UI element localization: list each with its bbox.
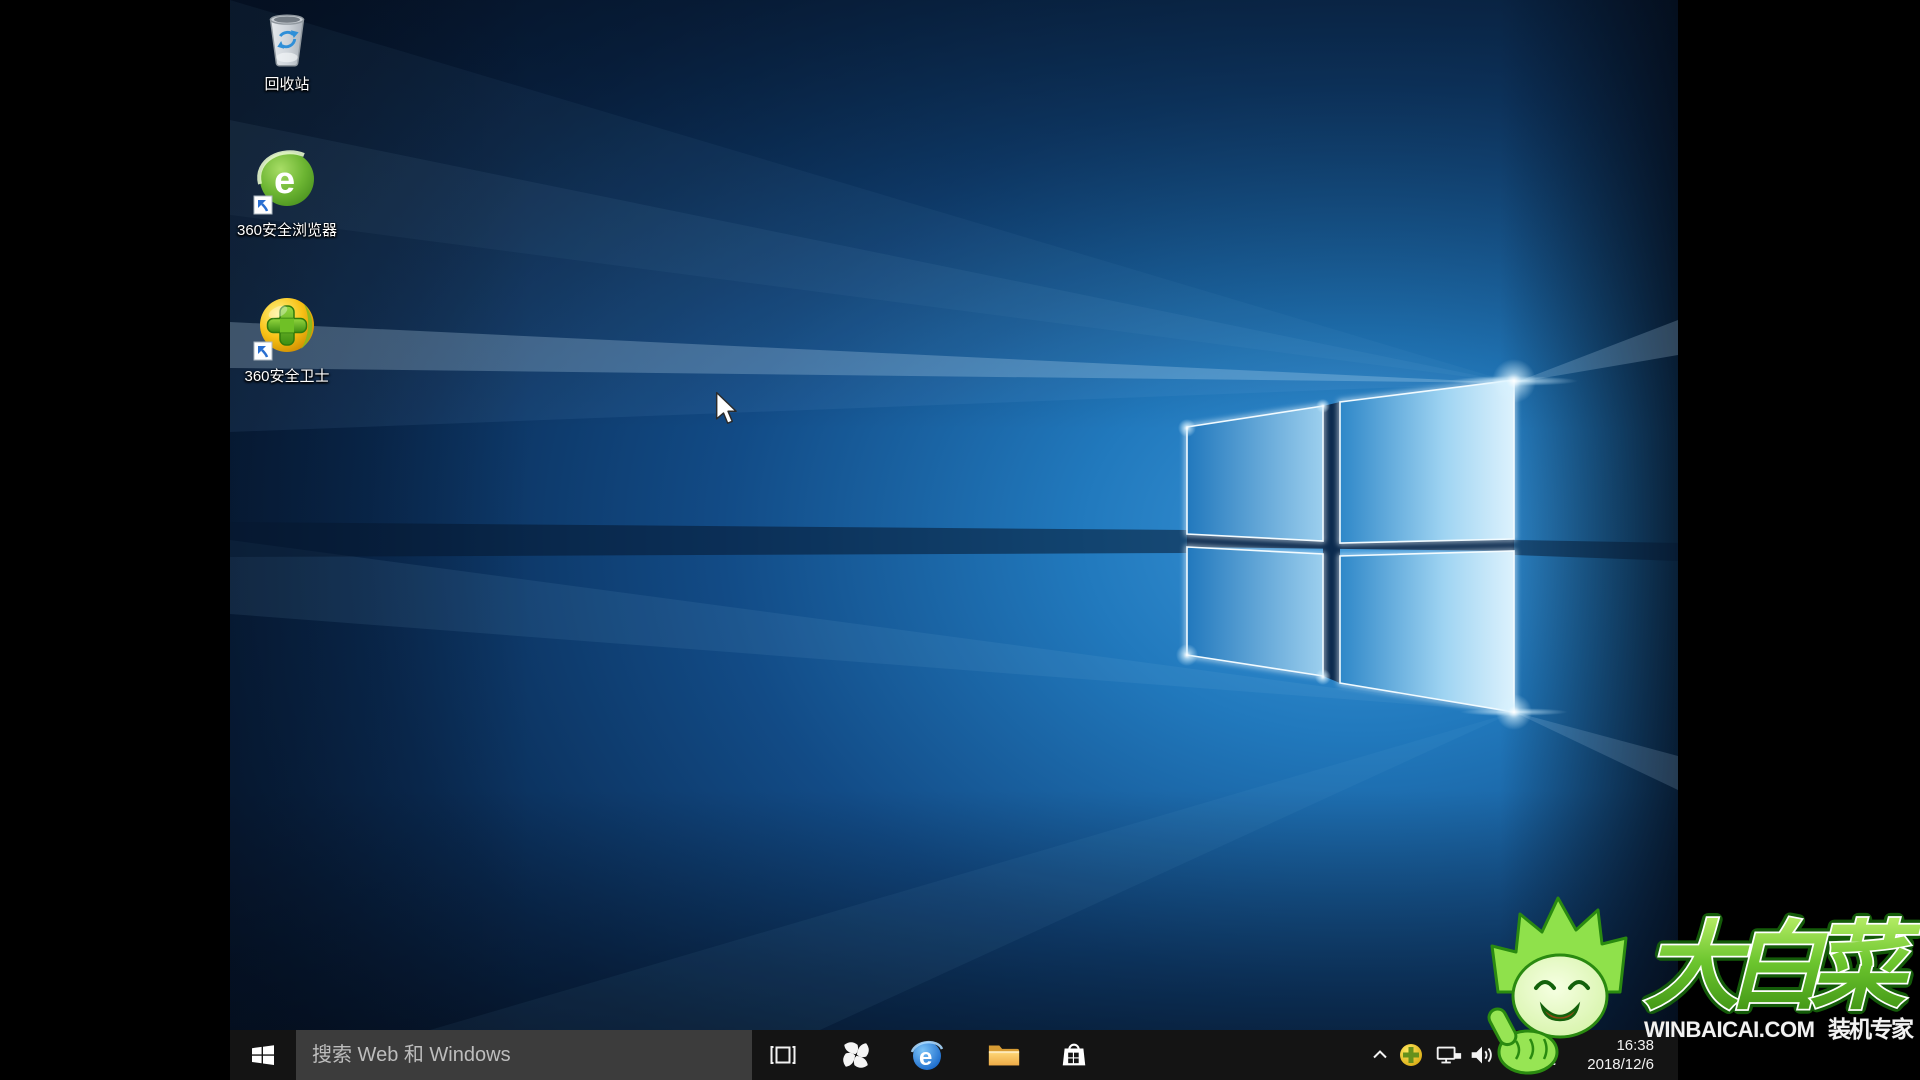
- mouse-cursor: [714, 391, 738, 425]
- start-button[interactable]: [230, 1030, 296, 1080]
- tray-network-button[interactable]: [1433, 1030, 1463, 1080]
- task-view-icon: [768, 1040, 798, 1070]
- ime-language-label: 英: [1537, 1042, 1556, 1069]
- internet-explorer-button[interactable]: e: [896, 1030, 958, 1080]
- search-input[interactable]: [296, 1030, 752, 1080]
- tray-360-safety-icon-button[interactable]: [1396, 1030, 1426, 1080]
- pinwheel-app-button[interactable]: [825, 1030, 887, 1080]
- taskbar: e: [230, 1030, 1678, 1080]
- desktop-icon-360-safety-guard[interactable]: 360安全卫士: [234, 292, 340, 386]
- chevron-up-icon: [1368, 1043, 1392, 1067]
- letterbox-right: [1678, 0, 1920, 1080]
- desktop-icon-360-browser[interactable]: e 360安全浏览器: [234, 146, 340, 240]
- desktop-icon-label: 360安全卫士: [234, 367, 340, 386]
- store-icon: [1059, 1039, 1089, 1071]
- desktop-icon-recycle-bin[interactable]: 回收站: [234, 6, 340, 94]
- file-explorer-icon: [987, 1040, 1021, 1070]
- desktop: 回收站 e 360安全浏览器: [230, 0, 1678, 1080]
- desktop-icon-label: 360安全浏览器: [234, 221, 340, 240]
- clock-time: 16:38: [1616, 1036, 1654, 1055]
- taskbar-search-box[interactable]: [296, 1030, 752, 1080]
- speaker-icon: [1467, 1041, 1497, 1069]
- shortcut-arrow-badge: [254, 342, 272, 360]
- tray-ime-indicator[interactable]: 英: [1532, 1030, 1562, 1080]
- windows-hero-wallpaper: [230, 0, 1678, 1030]
- shortcut-arrow-badge: [254, 196, 272, 214]
- svg-text:e: e: [919, 1044, 932, 1071]
- file-explorer-button[interactable]: [973, 1030, 1035, 1080]
- recycle-bin-icon: [256, 6, 318, 72]
- 360-browser-icon: e: [252, 146, 322, 218]
- touch-keyboard-icon: [1502, 1041, 1532, 1069]
- letterbox-left: [0, 0, 230, 1080]
- tray-volume-button[interactable]: [1467, 1030, 1497, 1080]
- pinwheel-icon: [840, 1039, 872, 1071]
- network-icon: [1433, 1041, 1463, 1069]
- windows-start-icon: [250, 1042, 276, 1068]
- svg-text:e: e: [274, 160, 295, 202]
- clock-date: 2018/12/6: [1587, 1055, 1654, 1074]
- tray-show-hidden-icons-button[interactable]: [1365, 1030, 1395, 1080]
- 360-safety-guard-icon: [252, 292, 322, 364]
- task-view-button[interactable]: [752, 1030, 814, 1080]
- tray-clock[interactable]: 16:38 2018/12/6: [1568, 1030, 1656, 1080]
- desktop-icon-label: 回收站: [234, 75, 340, 94]
- tray-touch-keyboard-button[interactable]: [1502, 1030, 1532, 1080]
- internet-explorer-icon: e: [909, 1037, 945, 1073]
- 360-tray-icon: [1398, 1042, 1424, 1068]
- store-button[interactable]: [1043, 1030, 1105, 1080]
